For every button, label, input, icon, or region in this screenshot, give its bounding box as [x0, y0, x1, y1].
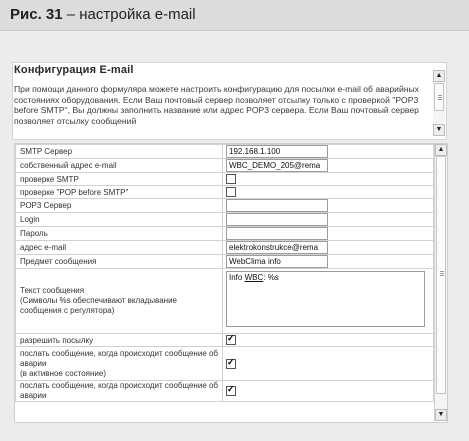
field-value-cell: WBC_DEMO_205@rema	[222, 158, 434, 173]
scroll-up-button[interactable]: ▲	[433, 70, 445, 82]
text-input[interactable]: WBC_DEMO_205@rema	[226, 159, 328, 172]
checkbox[interactable]	[226, 333, 236, 345]
text-input[interactable]: elektrokonstrukce@rema	[226, 241, 328, 254]
field-label-text: проверке "POP before SMTP"	[20, 187, 129, 197]
field-value-cell: elektrokonstrukce@rema	[222, 240, 434, 255]
field-label: разрешить посылку	[15, 333, 223, 347]
form-row: Login	[15, 212, 434, 227]
form-scroll-up-button[interactable]: ▲	[435, 144, 447, 156]
form-row: Текст сообщения (Символы %s обеспечивают…	[15, 268, 434, 334]
description-text: При помощи данного формуляра можете наст…	[14, 84, 419, 126]
field-label-text: POP3 Сервер	[20, 201, 72, 210]
field-label: послать сообщение, когда происходит сооб…	[15, 346, 223, 381]
email-config-form: SMTP Сервер 192.168.1.100 собственный адре…	[14, 143, 448, 423]
field-label: адрес e-mail	[15, 240, 223, 255]
field-label-text: разрешить посылку	[20, 335, 94, 345]
field-label-text: адрес e-mail	[20, 243, 67, 252]
text-input[interactable]	[226, 199, 328, 212]
figure-caption: Рис. 31 – настройка e-mail	[10, 6, 196, 23]
field-value-cell	[222, 198, 434, 213]
form-row: собственный адрес e-mail WBC_DEMO_205@rem…	[15, 158, 434, 173]
field-label: SMTP Сервер	[15, 144, 223, 159]
textarea-text: : %s	[263, 273, 279, 282]
field-label: Login	[15, 212, 223, 227]
description-box: При помощи данного формуляра можете наст…	[14, 84, 434, 136]
field-label: Текст сообщения (Символы %s обеспечивают…	[15, 268, 223, 334]
textarea-text: WBC	[244, 273, 264, 282]
field-label-text: послать сообщение, когда происходит сооб…	[20, 348, 219, 378]
field-value-cell	[222, 380, 434, 402]
config-title: Конфигурация E-mail	[14, 64, 134, 76]
text-input[interactable]: 192.168.1.100	[226, 145, 328, 158]
field-label-text: Login	[20, 215, 40, 224]
text-input[interactable]	[226, 227, 328, 240]
textarea-text: Info	[229, 273, 245, 282]
field-label-text: SMTP Сервер	[20, 147, 73, 156]
form-row: адрес e-mail elektrokonstrukce@rema	[15, 240, 434, 255]
scroll-down-icon: ▼	[435, 126, 443, 133]
scroll-down-icon: ▼	[437, 411, 445, 418]
field-label: Предмет сообщения	[15, 254, 223, 269]
form-row: послать сообщение, когда происходит сооб…	[15, 380, 434, 402]
form-table: SMTP Сервер 192.168.1.100 собственный адре…	[15, 144, 434, 402]
form-row: разрешить посылку	[15, 333, 434, 347]
scroll-up-icon: ▲	[437, 146, 445, 153]
field-label: собственный адрес e-mail	[15, 158, 223, 173]
form-scroll-thumb[interactable]	[436, 156, 446, 394]
field-value-cell: 192.168.1.100	[222, 144, 434, 159]
form-row: SMTP Сервер 192.168.1.100	[15, 144, 434, 159]
form-row: послать сообщение, когда происходит сооб…	[15, 346, 434, 381]
message-textarea[interactable]: Info WBC: %s	[226, 271, 425, 327]
field-label: проверке "POP before SMTP"	[15, 185, 223, 199]
field-value-cell	[222, 226, 434, 241]
field-label: послать сообщение, когда происходит сооб…	[15, 380, 223, 402]
field-value-cell	[222, 212, 434, 227]
field-label-text: Текст сообщения (Символы %s обеспечивают…	[20, 286, 178, 315]
figure-number: Рис. 31	[10, 6, 63, 23]
form-row: POP3 Сервер	[15, 198, 434, 213]
scroll-down-button[interactable]: ▼	[433, 124, 445, 136]
field-label-text: проверке SMTP	[20, 174, 79, 184]
field-label: проверке SMTP	[15, 172, 223, 186]
form-row: Предмет сообщения WebClima info	[15, 254, 434, 269]
field-label-text: собственный адрес e-mail	[20, 161, 117, 170]
field-value-cell	[222, 346, 434, 381]
field-label: POP3 Сервер	[15, 198, 223, 213]
field-value-cell: WebClima info	[222, 254, 434, 269]
field-value-cell	[222, 172, 434, 186]
form-scrollbar[interactable]: ▲ ▼	[434, 144, 447, 421]
checkbox[interactable]	[226, 384, 236, 396]
text-input[interactable]	[226, 213, 328, 226]
scroll-thumb[interactable]	[434, 83, 444, 111]
checkbox[interactable]	[226, 357, 236, 369]
field-value-cell	[222, 185, 434, 199]
text-input[interactable]: WebClima info	[226, 255, 328, 268]
field-label-text: послать сообщение, когда происходит сооб…	[20, 381, 219, 400]
form-row: проверке SMTP	[15, 172, 434, 186]
field-label-text: Пароль	[20, 229, 48, 238]
scroll-up-icon: ▲	[435, 72, 443, 79]
form-row: проверке "POP before SMTP"	[15, 185, 434, 199]
description-scrollbar[interactable]: ▲ ▼	[433, 70, 445, 136]
caption-bar: Рис. 31 – настройка e-mail	[0, 0, 469, 31]
field-label-text: Предмет сообщения	[20, 257, 97, 266]
field-label: Пароль	[15, 226, 223, 241]
checkbox[interactable]	[226, 187, 236, 197]
figure-title: – настройка e-mail	[66, 6, 196, 23]
field-value-cell	[222, 333, 434, 347]
checkbox[interactable]	[226, 174, 236, 184]
field-value-cell: Info WBC: %s	[222, 268, 434, 334]
form-scroll-down-button[interactable]: ▼	[435, 409, 447, 421]
form-row: Пароль	[15, 226, 434, 241]
